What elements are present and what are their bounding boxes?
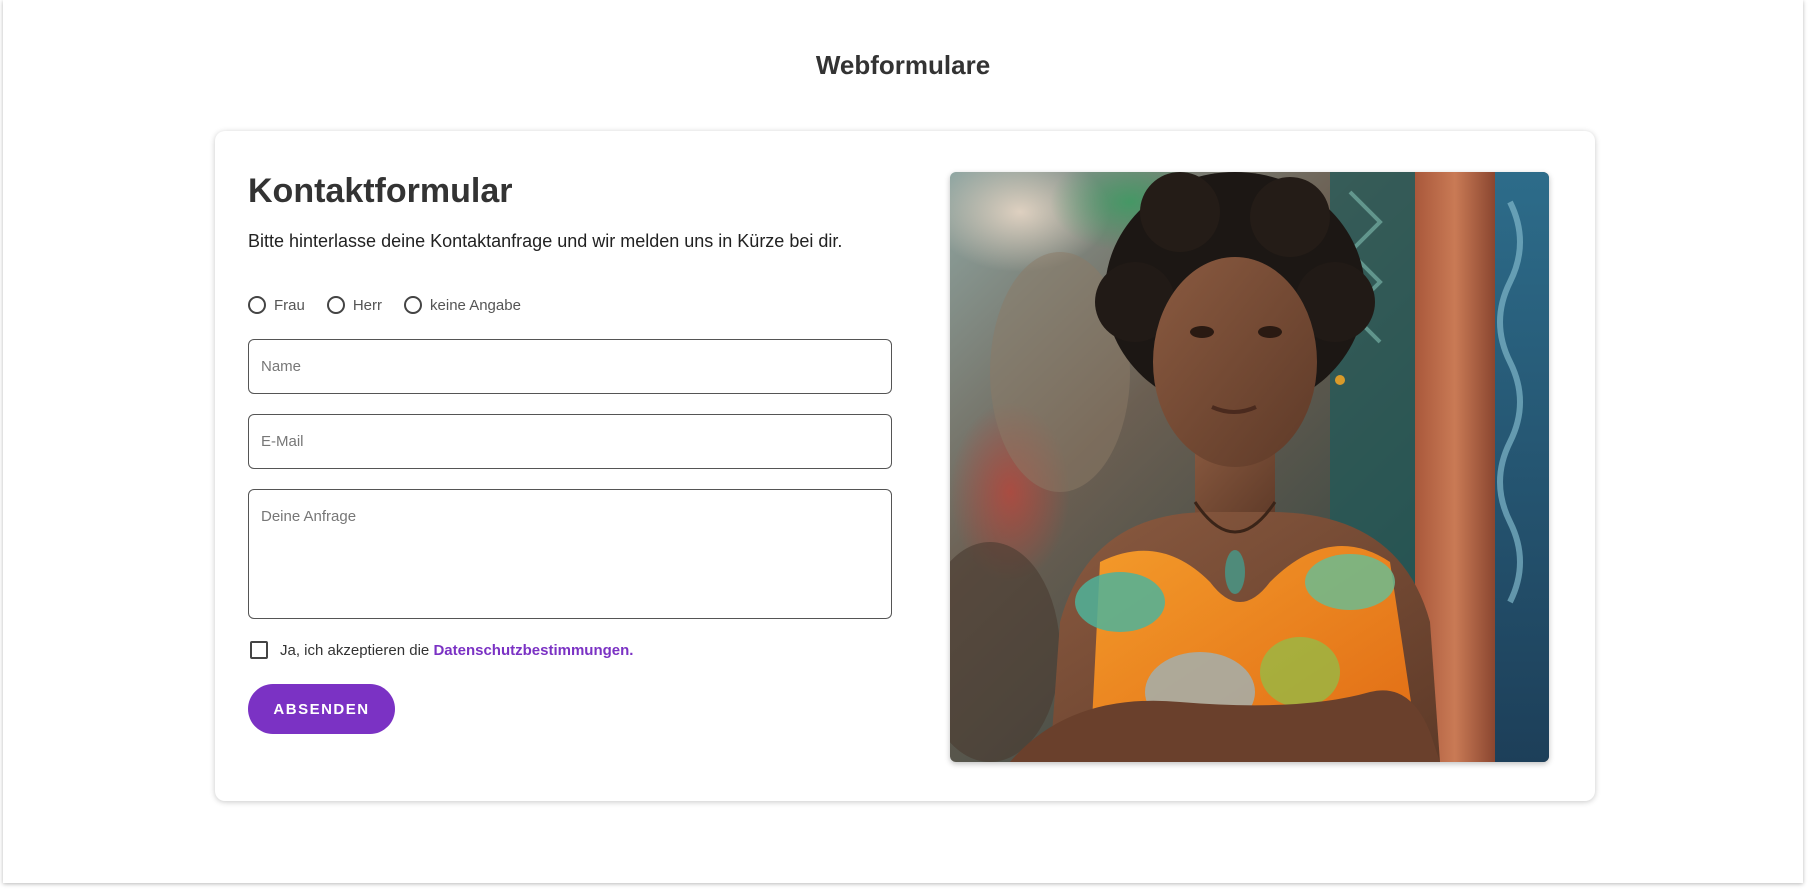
consent-label: Ja, ich akzeptieren die Datenschutzbesti…	[280, 642, 633, 659]
privacy-policy-link[interactable]: Datenschutzbestimmungen.	[433, 642, 633, 659]
radio-circle-icon[interactable]	[326, 296, 345, 314]
contact-card: Kontaktformular Bitte hinterlasse deine …	[215, 131, 1595, 801]
radio-frau[interactable]: Frau	[248, 296, 305, 314]
page-title: Webformulare	[815, 50, 991, 80]
radio-circle-icon[interactable]	[404, 296, 423, 314]
name-input[interactable]	[248, 339, 892, 394]
email-input[interactable]	[248, 414, 892, 469]
portrait-photo	[950, 172, 1549, 762]
consent-row: Ja, ich akzeptieren die Datenschutzbesti…	[250, 641, 633, 659]
radio-herr[interactable]: Herr	[326, 296, 383, 314]
form-intro: Bitte hinterlasse deine Kontaktanfrage u…	[248, 231, 843, 251]
submit-button[interactable]: ABSENDEN	[248, 684, 395, 734]
radio-label-frau: Frau	[274, 296, 305, 314]
portrait-illustration	[950, 172, 1549, 762]
message-textarea[interactable]	[248, 489, 892, 619]
form-heading: Kontaktformular	[248, 172, 513, 210]
page-frame: Webformulare Kontaktformular Bitte hinte…	[3, 0, 1803, 883]
consent-checkbox[interactable]	[250, 641, 268, 659]
radio-circle-icon[interactable]	[248, 296, 266, 314]
consent-text: Ja, ich akzeptieren die	[280, 641, 430, 659]
radio-keine-angabe[interactable]: keine Angabe	[404, 296, 521, 314]
radio-label-herr: Herr	[352, 296, 383, 314]
radio-label-keine-angabe: keine Angabe	[430, 296, 521, 314]
salutation-radio-group: Frau Herr keine Angabe	[248, 296, 521, 314]
